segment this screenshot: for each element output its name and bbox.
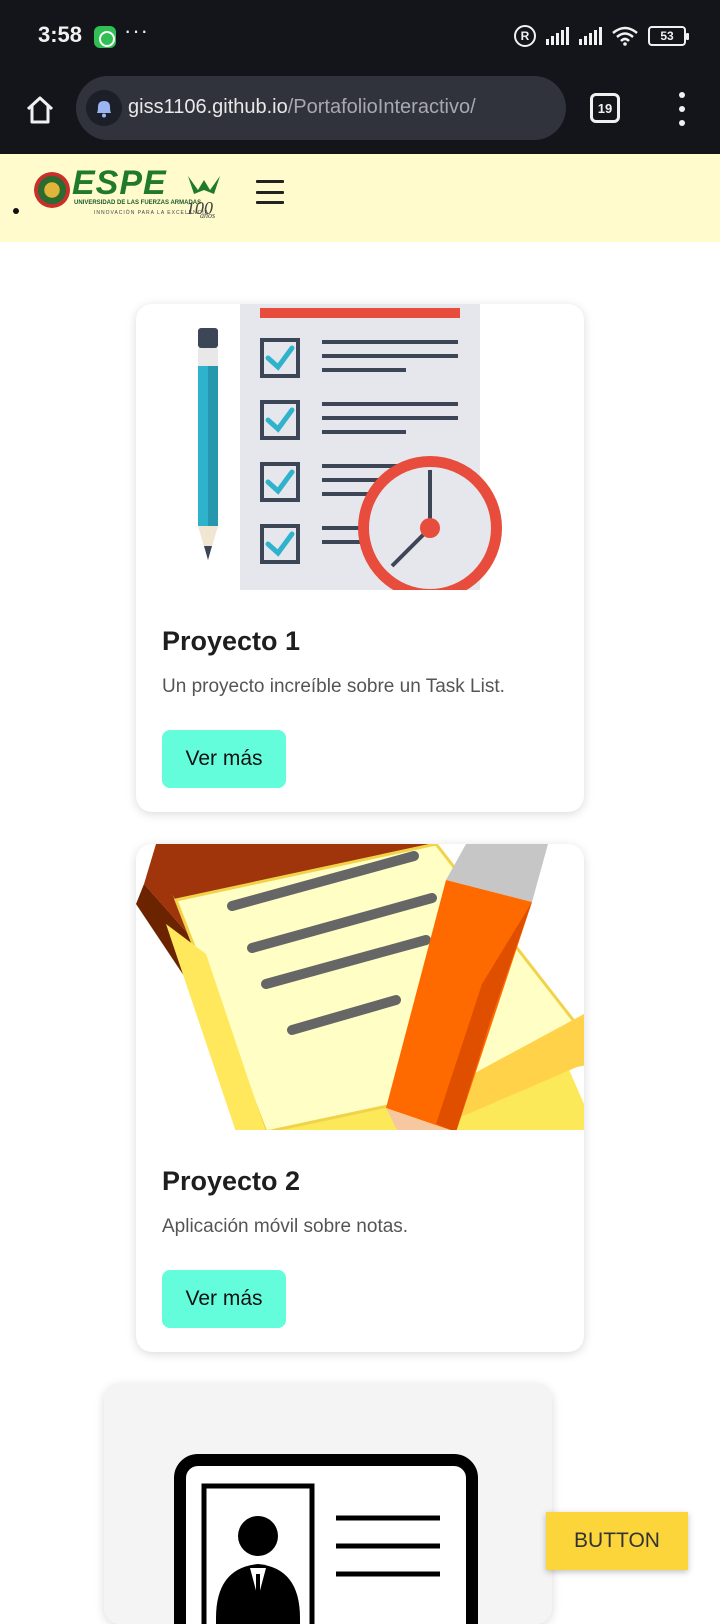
project-title: Proyecto 2: [162, 1166, 301, 1196]
project-card-3: [104, 1384, 552, 1624]
overflow-menu-icon[interactable]: [670, 92, 694, 126]
notes-illustration: [136, 844, 584, 1132]
project-card-2: Proyecto 2 Aplicación móvil sobre notas.…: [136, 844, 584, 1352]
status-time: 3:58: [38, 22, 83, 47]
hamburger-menu-icon[interactable]: [256, 180, 284, 204]
address-bar[interactable]: giss1106.github.io/PortafolioInteractivo…: [76, 76, 566, 140]
url-host: giss1106.github.io: [128, 96, 288, 118]
signal-icon-2: [579, 27, 602, 45]
anniversary-100-icon: 100 años: [186, 176, 220, 220]
id-card-illustration: [104, 1408, 552, 1624]
espe-logo[interactable]: ESPE UNIVERSIDAD DE LAS FUERZAS ARMADAS …: [34, 164, 224, 226]
espe-emblem-icon: [34, 172, 70, 208]
battery-icon: 53: [648, 26, 689, 46]
home-icon[interactable]: [22, 92, 58, 128]
svg-text:años: años: [200, 211, 215, 220]
project-card-1: Proyecto 1 Un proyecto increíble sobre u…: [136, 304, 584, 812]
registered-icon: R: [514, 25, 536, 47]
bullet-dot: [13, 208, 19, 214]
status-icons: R 53: [514, 24, 689, 48]
signal-icon-1: [546, 27, 569, 45]
logo-text: ESPE: [72, 164, 167, 202]
wifi-icon: [612, 26, 638, 46]
logo-subtitle: UNIVERSIDAD DE LAS FUERZAS ARMADAS: [74, 200, 202, 206]
whatsapp-icon: [94, 26, 116, 48]
task-list-illustration: [136, 304, 584, 592]
bell-icon[interactable]: [86, 90, 122, 126]
more-notifications-icon: ···: [124, 18, 149, 43]
url-path: /PortafolioInteractivo/: [287, 96, 476, 118]
floating-action-button[interactable]: BUTTON: [546, 1512, 688, 1570]
site-header: ESPE UNIVERSIDAD DE LAS FUERZAS ARMADAS …: [0, 154, 720, 242]
project-description: Aplicación móvil sobre notas.: [162, 1216, 409, 1237]
tab-switcher-button[interactable]: 19: [590, 93, 620, 123]
status-bar: 3:58 ··· R 53: [0, 0, 720, 72]
ver-mas-button-1[interactable]: Ver más: [162, 730, 286, 788]
url-text[interactable]: giss1106.github.io/PortafolioInteractivo…: [128, 96, 476, 119]
project-title: Proyecto 1: [162, 626, 301, 656]
browser-toolbar: giss1106.github.io/PortafolioInteractivo…: [0, 72, 720, 154]
ver-mas-button-2[interactable]: Ver más: [162, 1270, 286, 1328]
project-description: Un proyecto increíble sobre un Task List…: [162, 676, 505, 697]
